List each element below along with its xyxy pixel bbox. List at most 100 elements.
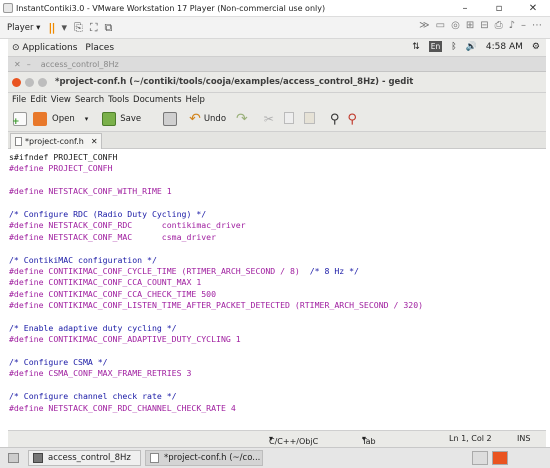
code-token: #define PROJECT_CONFH [9, 163, 113, 174]
workspace-2-icon[interactable] [492, 451, 508, 465]
player-menu-label: Player [7, 22, 34, 33]
code-line[interactable] [9, 243, 423, 254]
code-line[interactable]: #define CONTIKIMAC_CONF_CCA_CHECK_TIME 5… [9, 289, 423, 300]
code-line[interactable]: /* Configure RDC (Radio Duty Cycling) */ [9, 209, 423, 220]
code-line[interactable]: #define NETSTACK_CONF_RDC_CHANNEL_CHECK_… [9, 403, 423, 414]
code-token: #define NETSTACK_CONF_MAC csma_driver [9, 231, 217, 242]
code-line[interactable]: #define CONTIKIMAC_CONF_CCA_COUNT_MAX 1 [9, 277, 423, 288]
tab-width-selector[interactable]: Tab Width: 8 ▾ [362, 434, 388, 464]
vm-device-icons: ≫ ▭ ◎ ⊞ ⊟ ⎙ ♪ – ⋯ [419, 20, 542, 31]
forward-icon[interactable]: ≫ [419, 20, 429, 31]
code-line[interactable]: /* Configure CSMA */ [9, 357, 423, 368]
clock[interactable]: 4:58 AM [486, 42, 523, 52]
search-icon[interactable]: ⚲ [330, 112, 340, 127]
terminal-icon [33, 453, 43, 463]
minimize-icon[interactable]: – [27, 60, 31, 69]
code-line[interactable] [9, 380, 423, 391]
print-button[interactable] [163, 112, 178, 126]
print-icon [163, 112, 178, 126]
menu-tools[interactable]: Tools [108, 95, 129, 105]
menu-search[interactable]: Search [75, 95, 104, 105]
cursor-position: Ln 1, Col 2 [449, 434, 492, 443]
search-replace-icon[interactable]: ⚲ [347, 112, 357, 127]
paste-icon[interactable] [303, 112, 318, 126]
gedit-close-icon[interactable] [12, 77, 21, 87]
tab-project-conf[interactable]: *project-conf.h ✕ [10, 133, 102, 149]
gedit-toolbar: + Open ▾ Save ↶ Undo ↷ ✂ ⚲ ⚲ [8, 107, 546, 132]
menu-edit[interactable]: Edit [30, 95, 46, 105]
vm-menu-icon[interactable]: ⋯ [532, 20, 542, 31]
sound-icon[interactable]: ♪ [509, 20, 515, 31]
network-arrows-icon[interactable]: ⇅ [412, 42, 420, 52]
gedit-minimize-icon[interactable] [25, 77, 34, 87]
code-line[interactable]: #define PROJECT_CONFH [9, 163, 423, 174]
code-line[interactable]: s#ifndef PROJECT_CONFH [9, 152, 423, 163]
code-line[interactable]: #define NETSTACK_CONF_WITH_RIME 1 [9, 186, 423, 197]
code-line[interactable]: #define CONTIKIMAC_CONF_CYCLE_TIME (RTIM… [9, 266, 423, 277]
send-ctrl-alt-del-icon[interactable]: ⎘ [74, 21, 83, 35]
workspace-1-icon[interactable] [472, 451, 488, 465]
network-icon[interactable]: ⊞ [466, 20, 474, 31]
code-line[interactable] [9, 198, 423, 209]
menu-view[interactable]: View [51, 95, 71, 105]
code-line[interactable]: #define CONTIKIMAC_CONF_ADAPTIVE_DUTY_CY… [9, 334, 423, 345]
bluetooth-icon[interactable]: ᛒ [451, 42, 456, 52]
save-button[interactable]: Save [102, 112, 141, 126]
close-button[interactable]: ✕ [516, 0, 550, 17]
show-desktop-icon[interactable] [8, 453, 19, 463]
code-token: s#ifndef PROJECT_CONFH [9, 152, 118, 162]
volume-icon[interactable]: 🔊 [466, 42, 477, 52]
printer-icon[interactable]: ⎙ [495, 20, 503, 31]
menu-help[interactable]: Help [186, 95, 205, 105]
code-line[interactable] [9, 346, 423, 357]
language-selector[interactable]: C/C++/ObjC Header ▾ [269, 434, 318, 455]
fullscreen-icon[interactable]: ⛶ [90, 21, 98, 35]
text-editor[interactable]: s#ifndef PROJECT_CONFH #define PROJECT_CO… [8, 149, 546, 430]
maximize-button[interactable]: ▫ [482, 0, 516, 17]
close-icon[interactable]: ✕ [14, 60, 21, 69]
gedit-maximize-icon[interactable] [38, 77, 47, 87]
open-button[interactable]: Open [33, 112, 75, 126]
menu-documents[interactable]: Documents [133, 95, 181, 105]
cd-icon[interactable]: ◎ [451, 20, 460, 31]
hdd-icon[interactable]: ▭ [436, 20, 445, 31]
vmware-window-title: InstantContiki3.0 - VMware Workstation 1… [16, 3, 326, 13]
code-token: /* ContikiMAC configuration */ [9, 254, 157, 265]
new-document-icon: + [12, 112, 27, 127]
code-line[interactable]: /* Enable adaptive duty cycling */ [9, 323, 423, 334]
code-line[interactable]: #define NETSTACK_CONF_MAC csma_driver [9, 232, 423, 243]
player-menu[interactable]: Player ▾ [7, 23, 40, 33]
tab-close-icon[interactable]: ✕ [91, 137, 98, 146]
undo-button[interactable]: ↶ Undo [189, 111, 226, 127]
places-menu[interactable]: Places [85, 43, 114, 53]
pause-button[interactable]: || [48, 21, 55, 34]
applications-menu[interactable]: ⊙ Applications [12, 43, 77, 53]
menu-file[interactable]: File [12, 95, 26, 105]
vm-minimize-icon[interactable]: – [521, 20, 526, 31]
minimize-button[interactable]: – [448, 0, 482, 17]
keyboard-layout[interactable]: En [428, 41, 443, 52]
cut-icon[interactable]: ✂ [264, 112, 274, 126]
code-token: /* Configure channel check rate */ [9, 391, 177, 402]
code-line[interactable]: /* ContikiMAC configuration */ [9, 255, 423, 266]
taskbar-item-access-control[interactable]: access_control_8Hz [28, 450, 141, 466]
code-line[interactable]: #define NETSTACK_CONF_RDC contikimac_dri… [9, 220, 423, 231]
open-dropdown-icon[interactable]: ▾ [85, 115, 89, 123]
pause-dropdown-icon[interactable]: ▾ [61, 21, 67, 34]
code-line[interactable]: #define CSMA_CONF_MAX_FRAME_RETRIES 3 [9, 368, 423, 379]
settings-gear-icon[interactable]: ⚙ [532, 42, 540, 52]
new-document-button[interactable]: + [12, 112, 27, 127]
code-line[interactable] [9, 311, 423, 322]
background-window-tab[interactable]: ✕ – access_control_8Hz [8, 57, 546, 72]
code-line[interactable]: #define CONTIKIMAC_CONF_LISTEN_TIME_AFTE… [9, 300, 423, 311]
code-line[interactable] [9, 175, 423, 186]
code-token: #define CONTIKIMAC_CONF_ADAPTIVE_DUTY_CY… [9, 334, 241, 345]
system-tray: ⇅ En ᛒ 🔊 4:58 AM ⚙ [412, 41, 540, 52]
code-line[interactable]: /* Configure channel check rate */ [9, 391, 423, 402]
unity-icon[interactable]: ⧉ [105, 21, 113, 35]
code-content[interactable]: s#ifndef PROJECT_CONFH #define PROJECT_CO… [9, 152, 423, 414]
taskbar-item-project-conf[interactable]: *project-conf.h (~/co... [145, 450, 263, 466]
redo-icon[interactable]: ↷ [236, 111, 248, 127]
usb-icon[interactable]: ⊟ [480, 20, 488, 31]
copy-icon[interactable] [283, 112, 298, 126]
